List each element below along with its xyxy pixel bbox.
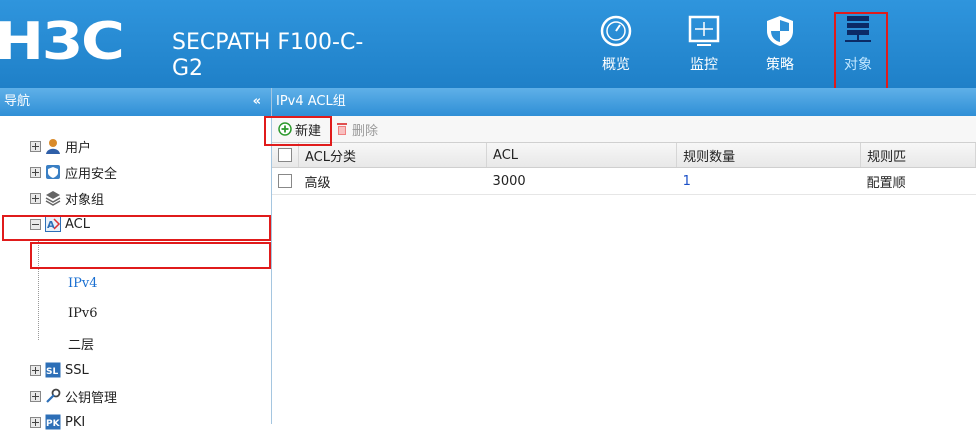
sidebar-item-key-mgmt[interactable]: 公钥管理: [0, 383, 117, 409]
toolbar: 新建 删除: [272, 116, 976, 143]
sidebar-item-label: PKI: [65, 414, 86, 430]
column-header[interactable]: 规则匹: [860, 143, 976, 168]
row-checkbox[interactable]: [278, 174, 292, 188]
table-header-row: ACL分类 ACL 规则数量 规则匹: [272, 143, 976, 168]
sidebar-item-label: SSL: [65, 362, 89, 378]
expand-icon[interactable]: [30, 166, 41, 178]
expand-icon[interactable]: [30, 192, 41, 204]
collapse-sidebar-button[interactable]: «: [253, 88, 261, 116]
highlight-box-object: [834, 12, 888, 96]
product-line-2: G2: [172, 56, 204, 81]
logo-text: H3C: [0, 12, 125, 72]
sidebar-item-user[interactable]: 用户: [0, 133, 91, 159]
sidebar-item-label: 应用安全: [65, 166, 118, 182]
product-name: SECPATH F100-C- G2: [172, 30, 363, 82]
panel-title-bar: IPv4 ACL组: [272, 88, 976, 116]
acl-table: ACL分类 ACL 规则数量 规则匹 高级 3000 1 配置顺: [272, 143, 976, 195]
dashboard-icon: [600, 15, 632, 47]
expand-icon[interactable]: [30, 416, 41, 428]
sidebar-item-ipv6[interactable]: IPv6: [68, 306, 98, 321]
object-group-icon: [45, 191, 61, 206]
sidebar-item-ipv4[interactable]: IPv4: [68, 276, 98, 291]
highlight-box-new: [264, 116, 332, 146]
cell-rule-match: 配置顺: [860, 167, 976, 195]
sidebar-item-object-group[interactable]: 对象组: [0, 185, 104, 211]
sidebar-item-label: 二层: [68, 338, 95, 353]
select-all-checkbox-cell[interactable]: [272, 143, 299, 168]
topnav-monitor[interactable]: 监控: [674, 14, 734, 74]
expand-icon[interactable]: [30, 364, 41, 376]
sidebar-item-pki[interactable]: PK PKI: [0, 409, 85, 435]
sidebar-item-layer2[interactable]: 二层: [68, 334, 94, 353]
user-icon: [46, 139, 60, 154]
sidebar-item-label: 用户: [65, 140, 92, 156]
sidebar-item-label: 公钥管理: [65, 390, 118, 406]
delete-button-label: 删除: [352, 123, 379, 139]
expand-icon[interactable]: [30, 140, 41, 152]
highlight-box-ipv4: [30, 242, 271, 269]
sidebar-item-label: IPv6: [68, 306, 98, 321]
rule-count-link[interactable]: 1: [676, 167, 861, 195]
sidebar-item-label: 对象组: [65, 192, 105, 208]
delete-button[interactable]: 删除: [335, 120, 378, 139]
h3c-logo: H3C: [0, 16, 125, 68]
sidebar-item-label: IPv4: [68, 276, 98, 291]
sidebar-item-app-security[interactable]: 应用安全: [0, 159, 117, 185]
sidebar-item-ssl[interactable]: SL SSL: [0, 357, 89, 383]
topnav-label: 策略: [766, 57, 794, 73]
svg-text:PK: PK: [46, 419, 61, 429]
main-panel: IPv4 ACL组 新建 删除 ACL分类 ACL 规则数量 规则匹 高级 30…: [272, 88, 976, 424]
ssl-icon: SL: [45, 362, 61, 378]
trash-icon: [337, 123, 348, 135]
table-row[interactable]: 高级 3000 1 配置顺: [272, 167, 976, 195]
column-header[interactable]: ACL分类: [298, 143, 488, 168]
topnav-overview[interactable]: 概览: [586, 14, 646, 74]
cell-acl: 3000: [486, 167, 677, 195]
cell-category: 高级: [298, 167, 487, 195]
app-security-icon: [46, 165, 60, 179]
sidebar-header: 导航 «: [0, 88, 271, 116]
sidebar-title: 导航: [4, 94, 31, 109]
topnav-label: 监控: [690, 57, 718, 73]
product-line-1: SECPATH F100-C-: [172, 30, 364, 55]
expand-icon[interactable]: [30, 390, 41, 402]
column-header[interactable]: ACL: [486, 143, 678, 168]
pki-icon: PK: [45, 414, 61, 430]
top-header: H3C SECPATH F100-C- G2 概览 监控 策略 对象: [0, 0, 976, 88]
svg-text:SL: SL: [46, 367, 58, 377]
select-all-checkbox[interactable]: [278, 148, 292, 162]
highlight-box-acl: [2, 215, 271, 241]
column-header[interactable]: 规则数量: [676, 143, 862, 168]
topnav-label: 概览: [602, 57, 630, 73]
key-icon: [46, 388, 61, 403]
row-checkbox-cell[interactable]: [272, 167, 299, 195]
panel-title: IPv4 ACL组: [276, 94, 346, 109]
monitor-icon: [688, 15, 720, 46]
topnav-policy[interactable]: 策略: [750, 14, 810, 74]
shield-icon: [767, 16, 793, 46]
